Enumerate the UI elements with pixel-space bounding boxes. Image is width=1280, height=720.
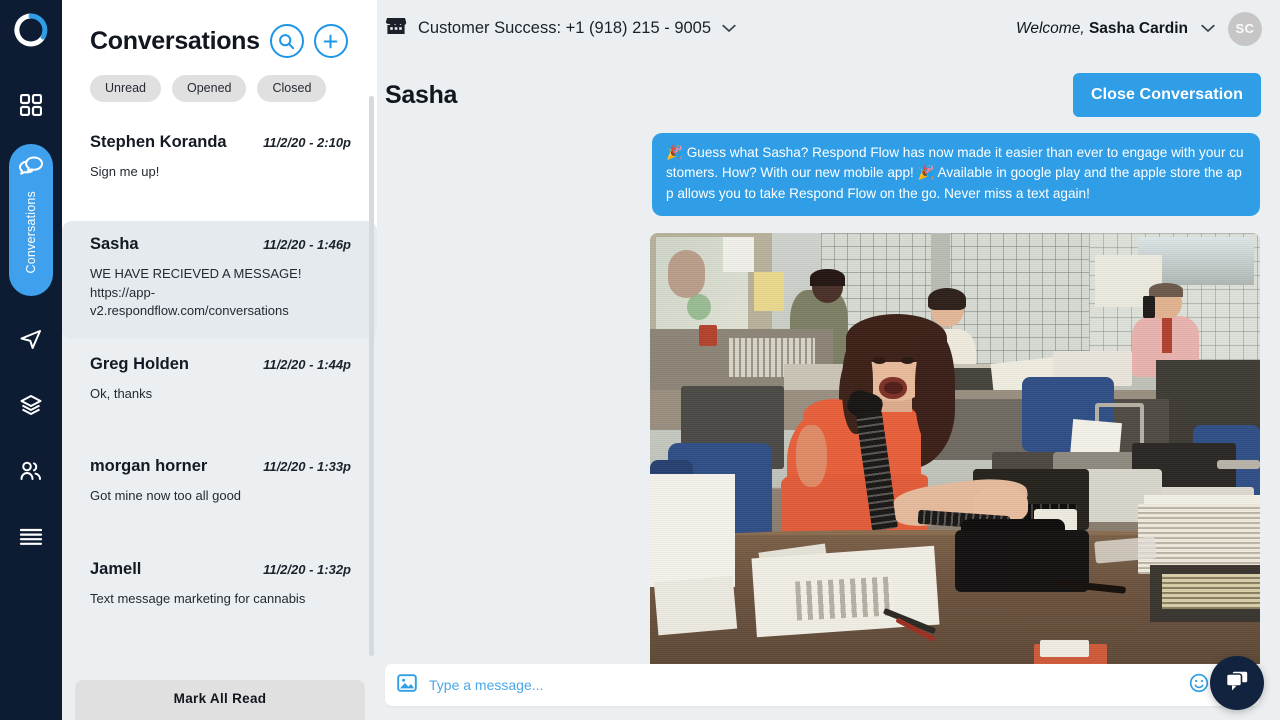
list-item[interactable]: Greg Holden 11/2/20 - 1:44p Ok, thanks xyxy=(62,341,377,421)
list-item-time: 11/2/20 - 1:32p xyxy=(263,561,351,577)
list-item-time: 11/2/20 - 2:10p xyxy=(263,135,351,150)
list-item-snippet: Text message marketing for cannabis xyxy=(90,590,306,606)
respond-flow-logo[interactable] xyxy=(11,10,51,50)
conversation-list-panel: Conversations Unread Opened Closed Steph… xyxy=(62,0,377,720)
mark-all-read-button[interactable]: Mark All Read xyxy=(75,680,365,720)
message-thread[interactable]: 🎉 Guess what Sasha? Respond Flow has now… xyxy=(377,117,1280,664)
list-item[interactable]: Sasha 11/2/20 - 1:46p WE HAVE RECIEVED A… xyxy=(62,221,377,339)
filter-chips: Unread Opened Closed xyxy=(90,75,377,102)
sidebar-item-templates[interactable] xyxy=(11,385,51,425)
conversation-header: Sasha Close Conversation xyxy=(377,57,1280,118)
chevron-down-icon[interactable] xyxy=(1201,24,1215,33)
list-item[interactable]: Jamell 11/2/20 - 1:32p Text message mark… xyxy=(62,546,377,626)
filter-chip-closed[interactable]: Closed xyxy=(257,75,327,102)
left-nav-rail: Conversations xyxy=(0,0,62,720)
list-item-name: Sasha xyxy=(90,235,139,254)
list-gap xyxy=(62,201,377,221)
sidebar-item-conversations[interactable]: Conversations xyxy=(9,144,53,296)
chevron-down-icon[interactable] xyxy=(722,24,736,33)
message-input[interactable] xyxy=(429,677,1177,693)
list-item-snippet: WE HAVE RECIEVED A MESSAGE! https://app-… xyxy=(90,266,302,319)
close-conversation-button[interactable]: Close Conversation xyxy=(1072,73,1261,118)
top-bar: Customer Success: +1 (918) 215 - 9005 We… xyxy=(377,0,1280,57)
account-label: Customer Success: +1 (918) 215 - 9005 xyxy=(418,19,712,38)
sidebar-item-contacts[interactable] xyxy=(11,451,51,491)
list-gap xyxy=(62,526,377,546)
welcome-prefix: Welcome, xyxy=(1016,19,1085,37)
list-item-snippet: Ok, thanks xyxy=(90,385,153,401)
message-image-attachment[interactable] xyxy=(650,232,1260,664)
filter-chip-opened[interactable]: Opened xyxy=(172,75,247,102)
composer-wrap xyxy=(377,664,1280,720)
list-item-time: 11/2/20 - 1:44p xyxy=(263,356,351,372)
conversations-icon xyxy=(18,154,44,183)
mark-all-read-wrap: Mark All Read xyxy=(75,680,365,720)
plus-icon xyxy=(323,34,338,48)
message-row xyxy=(397,232,1260,664)
conversation-list[interactable]: Stephen Koranda 11/2/20 - 2:10p Sign me … xyxy=(62,119,377,626)
new-conversation-button[interactable] xyxy=(313,24,348,58)
menu-icon xyxy=(19,528,43,545)
sidebar-item-more[interactable] xyxy=(11,517,51,557)
avatar[interactable]: SC xyxy=(1228,11,1262,46)
account-selector[interactable]: Customer Success: +1 (918) 215 - 9005 xyxy=(385,16,736,41)
main-area: Customer Success: +1 (918) 215 - 9005 We… xyxy=(377,0,1280,720)
chat-widget-button[interactable] xyxy=(1210,656,1264,710)
welcome-text: Welcome, Sasha Cardin xyxy=(1016,20,1188,38)
conversation-list-header: Conversations Unread Opened Closed xyxy=(62,0,377,102)
filter-chip-unread[interactable]: Unread xyxy=(90,75,161,102)
storefront-icon xyxy=(385,16,407,41)
welcome-user-name: Sasha Cardin xyxy=(1088,19,1188,37)
message-composer[interactable] xyxy=(385,664,1260,706)
sidebar-item-campaigns[interactable] xyxy=(11,319,51,359)
search-button[interactable] xyxy=(269,24,304,58)
list-item-name: Stephen Koranda xyxy=(90,133,227,151)
list-item-snippet: Got mine now too all good xyxy=(90,488,242,504)
conversation-list-scrollbar[interactable] xyxy=(369,96,374,656)
emoji-smiley-icon[interactable] xyxy=(1189,673,1209,698)
list-item-time: 11/2/20 - 1:33p xyxy=(263,459,351,475)
image-attach-icon[interactable] xyxy=(397,673,417,698)
message-bubble-outgoing: 🎉 Guess what Sasha? Respond Flow has now… xyxy=(652,133,1260,216)
chat-bubbles-icon xyxy=(1223,668,1251,699)
conversation-title: Sasha xyxy=(385,80,458,109)
list-item-snippet: Sign me up! xyxy=(90,164,160,179)
list-gap xyxy=(62,423,377,443)
list-item-name: Jamell xyxy=(90,559,142,578)
list-item-time: 11/2/20 - 1:46p xyxy=(263,237,351,253)
list-item-name: morgan horner xyxy=(90,457,208,476)
list-item[interactable]: morgan horner 11/2/20 - 1:33p Got mine n… xyxy=(62,443,377,523)
message-row: 🎉 Guess what Sasha? Respond Flow has now… xyxy=(397,133,1260,216)
list-item-name: Greg Holden xyxy=(90,354,190,373)
app-root: Conversations Conversations Unread Opene… xyxy=(0,0,1280,720)
page-title: Conversations xyxy=(90,26,260,55)
grid-icon xyxy=(20,94,42,116)
list-item[interactable]: Stephen Koranda 11/2/20 - 2:10p Sign me … xyxy=(62,119,377,200)
user-menu[interactable]: Welcome, Sasha Cardin SC xyxy=(1016,11,1262,46)
search-icon xyxy=(279,33,295,49)
people-icon xyxy=(20,461,41,480)
sidebar-item-dashboard[interactable] xyxy=(11,85,51,125)
sidebar-item-label: Conversations xyxy=(24,191,38,274)
layers-icon xyxy=(20,395,42,415)
send-icon xyxy=(20,330,41,349)
